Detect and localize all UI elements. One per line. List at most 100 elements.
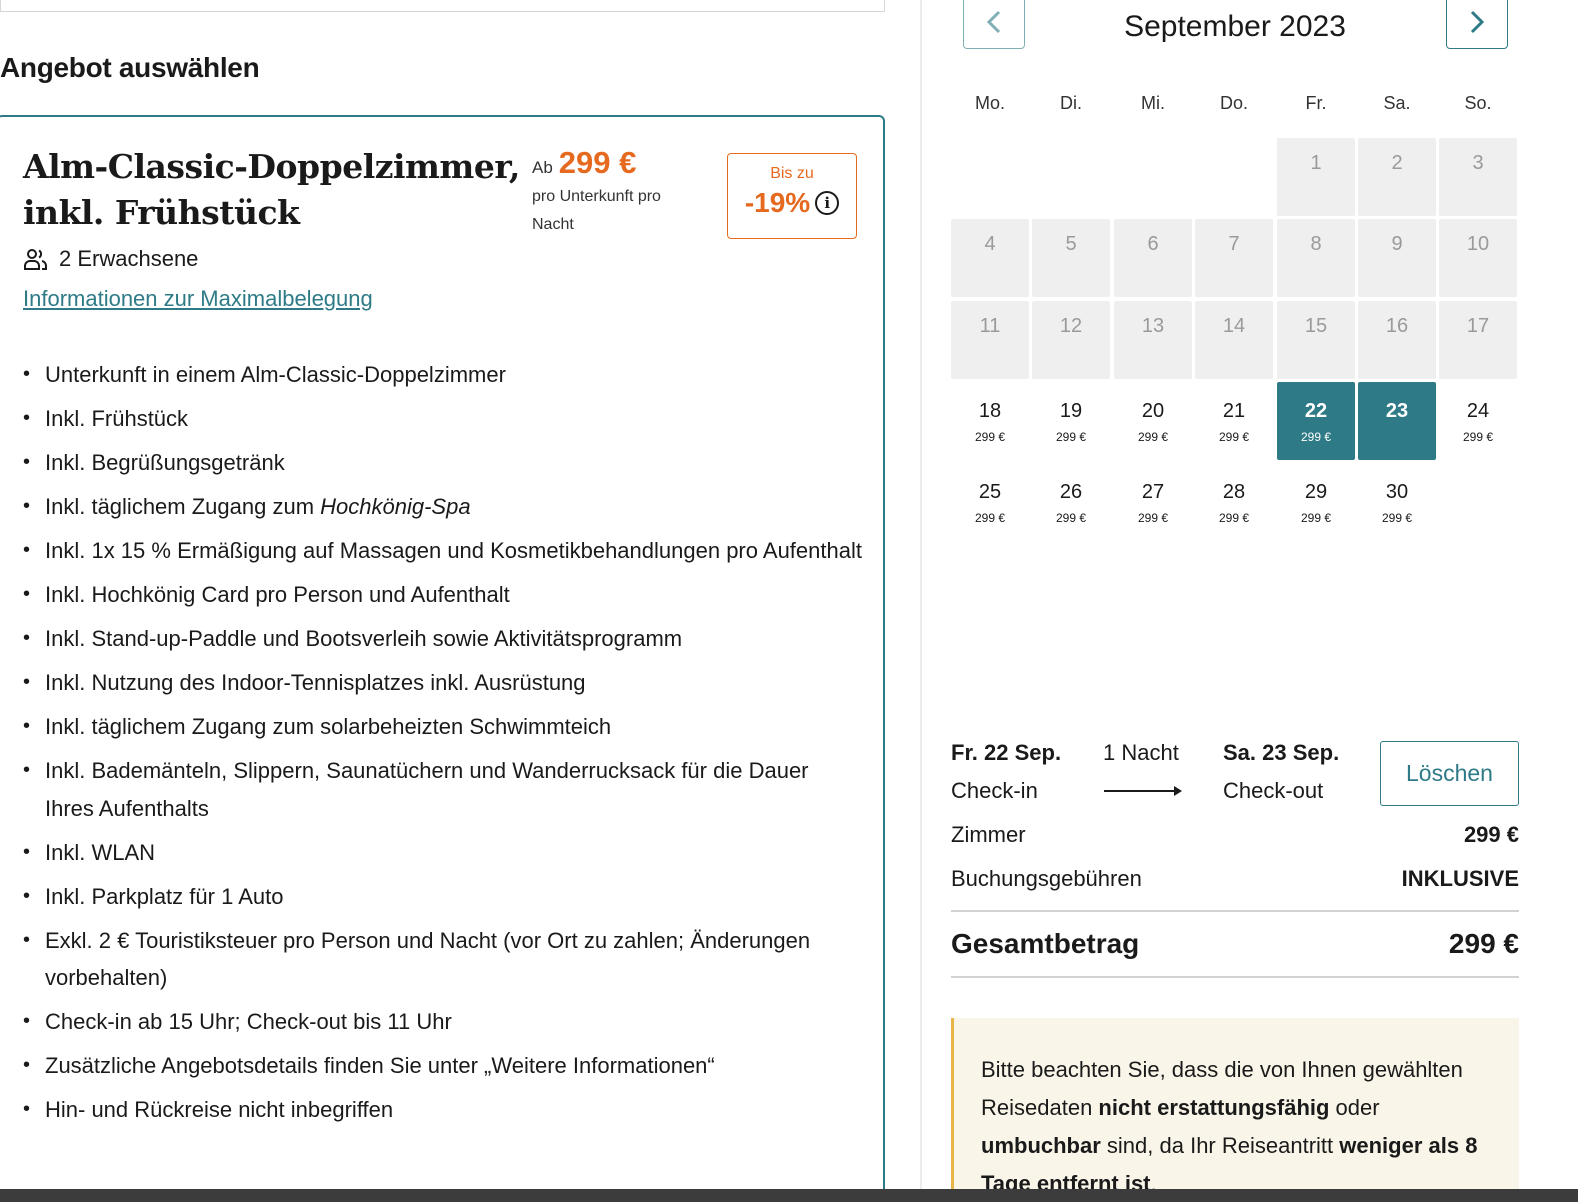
users-icon xyxy=(24,249,47,270)
day-number: 19 xyxy=(1059,400,1083,422)
feature-item: Inkl. Begrüßungsgetränk xyxy=(23,444,863,482)
day-number: 4 xyxy=(984,233,996,255)
chevron-left-icon xyxy=(986,10,1001,33)
day-price: 299 € xyxy=(1055,430,1087,444)
day-number: 20 xyxy=(1141,400,1165,422)
arrow-right-icon xyxy=(1104,786,1182,796)
guest-count: 2 Erwachsene xyxy=(23,246,198,272)
calendar-day: 11 xyxy=(951,301,1029,379)
price-prefix: Ab xyxy=(532,158,553,177)
offer-title: Alm-Classic-Doppelzimmer, inkl. Frühstüc… xyxy=(23,147,520,232)
feature-item: Inkl. Parkplatz für 1 Auto xyxy=(23,878,863,916)
calendar-day: 14 xyxy=(1195,301,1273,379)
divider xyxy=(951,976,1519,978)
weekday-label: So. xyxy=(1464,93,1492,113)
prev-month-button[interactable] xyxy=(963,0,1025,49)
calendar-day: 5 xyxy=(1032,219,1110,297)
checkout-label: Check-out xyxy=(1223,778,1324,803)
calendar-day[interactable]: 22 299 € xyxy=(1277,382,1355,460)
feature-item: Inkl. Nutzung des Indoor-Tennisplatzes i… xyxy=(23,664,863,702)
calendar-day[interactable]: 30 299 € xyxy=(1358,463,1436,541)
day-price: 299 € xyxy=(1137,511,1169,525)
day-price: 299 € xyxy=(1300,430,1332,444)
day-number: 14 xyxy=(1222,315,1246,337)
notice-emphasis: umbuchbar xyxy=(981,1133,1101,1158)
calendar-day: 3 xyxy=(1439,138,1517,216)
notice-text: oder xyxy=(1329,1095,1380,1120)
day-number: 27 xyxy=(1141,481,1165,503)
feature-item: Inkl. Stand-up-Paddle und Bootsverleih s… xyxy=(23,620,863,658)
chevron-right-icon xyxy=(1470,10,1485,33)
day-number: 12 xyxy=(1059,315,1083,337)
weekday-label: Mi. xyxy=(1141,93,1165,113)
calendar-day[interactable]: 27 299 € xyxy=(1114,463,1192,541)
day-number: 21 xyxy=(1222,400,1246,422)
day-number: 7 xyxy=(1228,233,1240,255)
day-price: 299 € xyxy=(1055,511,1087,525)
checkout-date: Sa. 23 Sep. xyxy=(1223,740,1340,765)
info-icon[interactable]: i xyxy=(815,191,840,215)
stay-summary: Fr. 22 Sep. Check-in 1 Nacht Sa. 23 Sep.… xyxy=(951,740,1519,810)
feature-item: Inkl. 1x 15 % Ermäßigung auf Massagen un… xyxy=(23,532,863,570)
calendar-day: 9 xyxy=(1358,219,1436,297)
discount-badge: Bis zu -19% i xyxy=(727,153,857,239)
total-value: 299 € xyxy=(1448,928,1519,959)
room-label: Zimmer xyxy=(951,822,1026,847)
clear-dates-button[interactable]: Löschen xyxy=(1380,741,1519,806)
calendar-day: 2 xyxy=(1358,138,1436,216)
calendar-day[interactable]: 28 299 € xyxy=(1195,463,1273,541)
day-number: 3 xyxy=(1472,152,1484,174)
fees-value: INKLUSIVE xyxy=(1401,866,1519,891)
day-number: 28 xyxy=(1222,481,1246,503)
discount-label: Bis zu xyxy=(770,165,814,182)
day-price: 299 € xyxy=(974,511,1006,525)
calendar-day[interactable]: 24 299 € xyxy=(1439,382,1517,460)
calendar-day[interactable]: 19 299 € xyxy=(1032,382,1110,460)
total-line: Gesamtbetrag 299 € xyxy=(951,928,1519,960)
calendar-day[interactable]: 20 299 € xyxy=(1114,382,1192,460)
notice-text: sind, da Ihr Reiseantritt xyxy=(1100,1133,1340,1158)
day-number: 10 xyxy=(1466,233,1490,255)
calendar-day[interactable]: 29 299 € xyxy=(1277,463,1355,541)
calendar-day[interactable]: 23 xyxy=(1358,382,1436,460)
feature-item: Inkl. Frühstück xyxy=(23,400,863,438)
day-number: 23 xyxy=(1385,400,1409,422)
room-value: 299 € xyxy=(1463,822,1519,847)
feature-item: Hin- und Rückreise nicht inbegriffen xyxy=(23,1091,863,1129)
next-month-button[interactable] xyxy=(1446,0,1508,49)
feature-item: Zusätzliche Angebotsdetails finden Sie u… xyxy=(23,1047,863,1085)
month-title: September 2023 xyxy=(1124,10,1346,43)
calendar-day: 1 xyxy=(1277,138,1355,216)
guest-count-label: 2 Erwachsene xyxy=(59,246,199,271)
calendar-day[interactable]: 26 299 € xyxy=(1032,463,1110,541)
calendar-day: 7 xyxy=(1195,219,1273,297)
calendar-day[interactable]: 18 299 € xyxy=(951,382,1029,460)
calendar-day[interactable]: 21 299 € xyxy=(1195,382,1273,460)
day-price: 299 € xyxy=(974,430,1006,444)
calendar-day: 15 xyxy=(1277,301,1355,379)
calendar-day: 10 xyxy=(1439,219,1517,297)
bottom-bar xyxy=(0,1189,1578,1202)
weekday-label: Di. xyxy=(1060,93,1082,113)
discount-value: -19% xyxy=(744,187,811,218)
day-number: 6 xyxy=(1147,233,1159,255)
fees-line: Buchungsgebühren INKLUSIVE xyxy=(951,866,1519,892)
day-number: 26 xyxy=(1059,481,1083,503)
day-number: 8 xyxy=(1310,233,1322,255)
max-occupancy-link[interactable]: Informationen zur Maximalbelegung xyxy=(23,286,373,312)
feature-list: Unterkunft in einem Alm-Classic-Doppelzi… xyxy=(23,356,863,1135)
day-number: 2 xyxy=(1391,152,1403,174)
non-refundable-notice: Bitte beachten Sie, dass die von Ihnen g… xyxy=(951,1018,1519,1202)
day-price: 299 € xyxy=(1218,430,1250,444)
checkin-label: Check-in xyxy=(951,778,1038,803)
calendar-day: 6 xyxy=(1114,219,1192,297)
day-number: 24 xyxy=(1466,400,1490,422)
day-number: 30 xyxy=(1385,481,1409,503)
feature-item: Inkl. Bademänteln, Slippern, Saunatücher… xyxy=(23,752,863,827)
feature-item: Exkl. 2 € Touristiksteuer pro Person und… xyxy=(23,922,863,997)
column-divider xyxy=(920,0,922,1202)
divider xyxy=(951,910,1519,912)
day-number: 11 xyxy=(979,315,1001,337)
calendar-day[interactable]: 25 299 € xyxy=(951,463,1029,541)
notice-emphasis: nicht erstattungsfähig xyxy=(1098,1095,1330,1120)
